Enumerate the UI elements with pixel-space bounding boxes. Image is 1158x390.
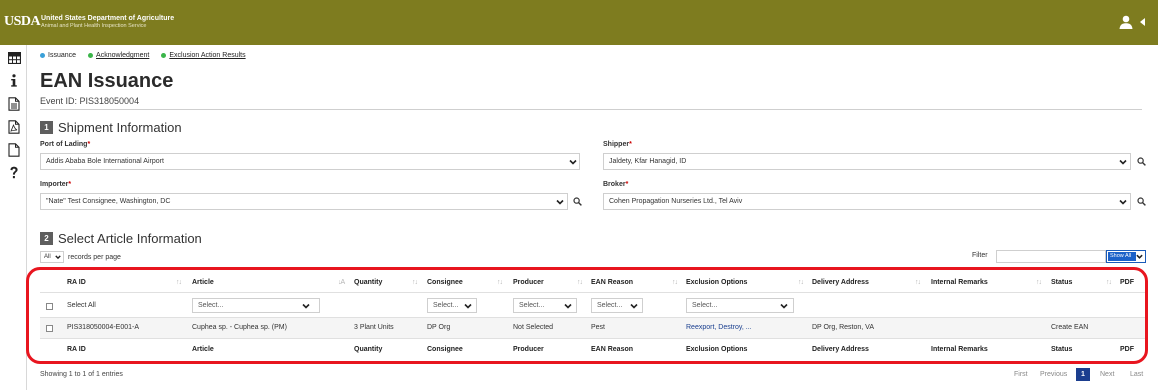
step-dot-icon	[40, 53, 45, 58]
step-label: Exclusion Action Results	[169, 52, 246, 59]
show-all-select[interactable]: Show All	[1106, 250, 1146, 263]
document-icon[interactable]	[6, 96, 22, 112]
step-navigation: Issuance Acknowledgment Exclusion Action…	[40, 52, 246, 59]
search-icon[interactable]	[1137, 157, 1146, 166]
step-dot-icon	[161, 53, 167, 58]
usda-logo: USDA	[4, 14, 41, 29]
filter-input[interactable]	[996, 250, 1106, 263]
section-number: 2	[40, 232, 53, 245]
left-icon-rail	[0, 45, 27, 390]
step-exclusion-action-results[interactable]: Exclusion Action Results	[161, 52, 246, 59]
broker-select[interactable]: Cohen Propagation Nurseries Ltd., Tel Av…	[603, 193, 1131, 210]
section-number: 1	[40, 121, 53, 134]
records-per-page: All records per page	[40, 251, 121, 263]
step-acknowledgment[interactable]: Acknowledgment	[88, 52, 149, 59]
section-title: Shipment Information	[58, 120, 182, 135]
chevron-down-icon	[1136, 254, 1143, 259]
chevron-down-icon	[55, 255, 61, 260]
search-icon[interactable]	[1137, 197, 1146, 206]
pagination-next[interactable]: Next	[1100, 368, 1114, 381]
highlight-box	[26, 267, 1148, 364]
pagination-first[interactable]: First	[1014, 368, 1028, 381]
info-icon[interactable]	[6, 72, 22, 88]
step-label: Issuance	[48, 52, 77, 59]
step-label: Acknowledgment	[96, 52, 150, 59]
step-issuance[interactable]: Issuance	[40, 52, 76, 59]
records-per-page-label: records per page	[68, 253, 121, 261]
agency-line-1: United States Department of Agriculture	[41, 15, 175, 22]
blank-page-icon[interactable]	[6, 142, 22, 158]
grid-icon[interactable]	[6, 50, 22, 66]
agency-line-2: Animal and Plant Health Inspection Servi…	[41, 23, 147, 29]
shipper-label: Shipper*	[603, 141, 632, 148]
broker-label: Broker*	[603, 181, 629, 188]
pagination-last[interactable]: Last	[1130, 368, 1143, 381]
top-header-bar: USDA United States Department of Agricul…	[0, 0, 1158, 45]
port-of-lading-select[interactable]: Addis Ababa Bole International Airport	[40, 153, 580, 170]
divider	[40, 109, 1142, 110]
chevron-down-icon[interactable]	[556, 198, 564, 206]
importer-label: Importer*	[40, 181, 72, 188]
pagination-previous[interactable]: Previous	[1040, 368, 1067, 381]
agency-name: United States Department of Agriculture …	[41, 15, 174, 30]
page-length-select[interactable]: All	[40, 251, 64, 263]
show-all-value: Show All	[1108, 252, 1136, 261]
section-shipment-information: 1 Shipment Information	[40, 120, 182, 135]
search-icon[interactable]	[573, 197, 582, 206]
page-title: EAN Issuance	[40, 70, 174, 92]
importer-select[interactable]: "Nate" Test Consignee, Washington, DC	[40, 193, 568, 210]
chevron-down-icon[interactable]	[1119, 198, 1127, 206]
event-id: Event ID: PIS318050004	[40, 96, 140, 106]
filter-label: Filter	[972, 252, 988, 259]
collapse-arrow-icon[interactable]	[1140, 18, 1145, 26]
chevron-down-icon[interactable]	[569, 158, 577, 166]
shipper-select[interactable]: Jaldety, Kfar Hanagid, ID	[603, 153, 1131, 170]
port-of-lading-label: Port of Lading*	[40, 141, 91, 148]
help-icon[interactable]	[6, 165, 22, 181]
user-icon[interactable]	[1118, 14, 1134, 30]
section-title: Select Article Information	[58, 231, 202, 246]
pagination-page-1[interactable]: 1	[1076, 368, 1090, 381]
section-select-article-information: 2 Select Article Information	[40, 231, 202, 246]
chevron-down-icon[interactable]	[1119, 158, 1127, 166]
pdf-icon[interactable]	[6, 119, 22, 135]
entries-count: Showing 1 to 1 of 1 entries	[40, 371, 123, 378]
step-dot-icon	[88, 53, 94, 58]
